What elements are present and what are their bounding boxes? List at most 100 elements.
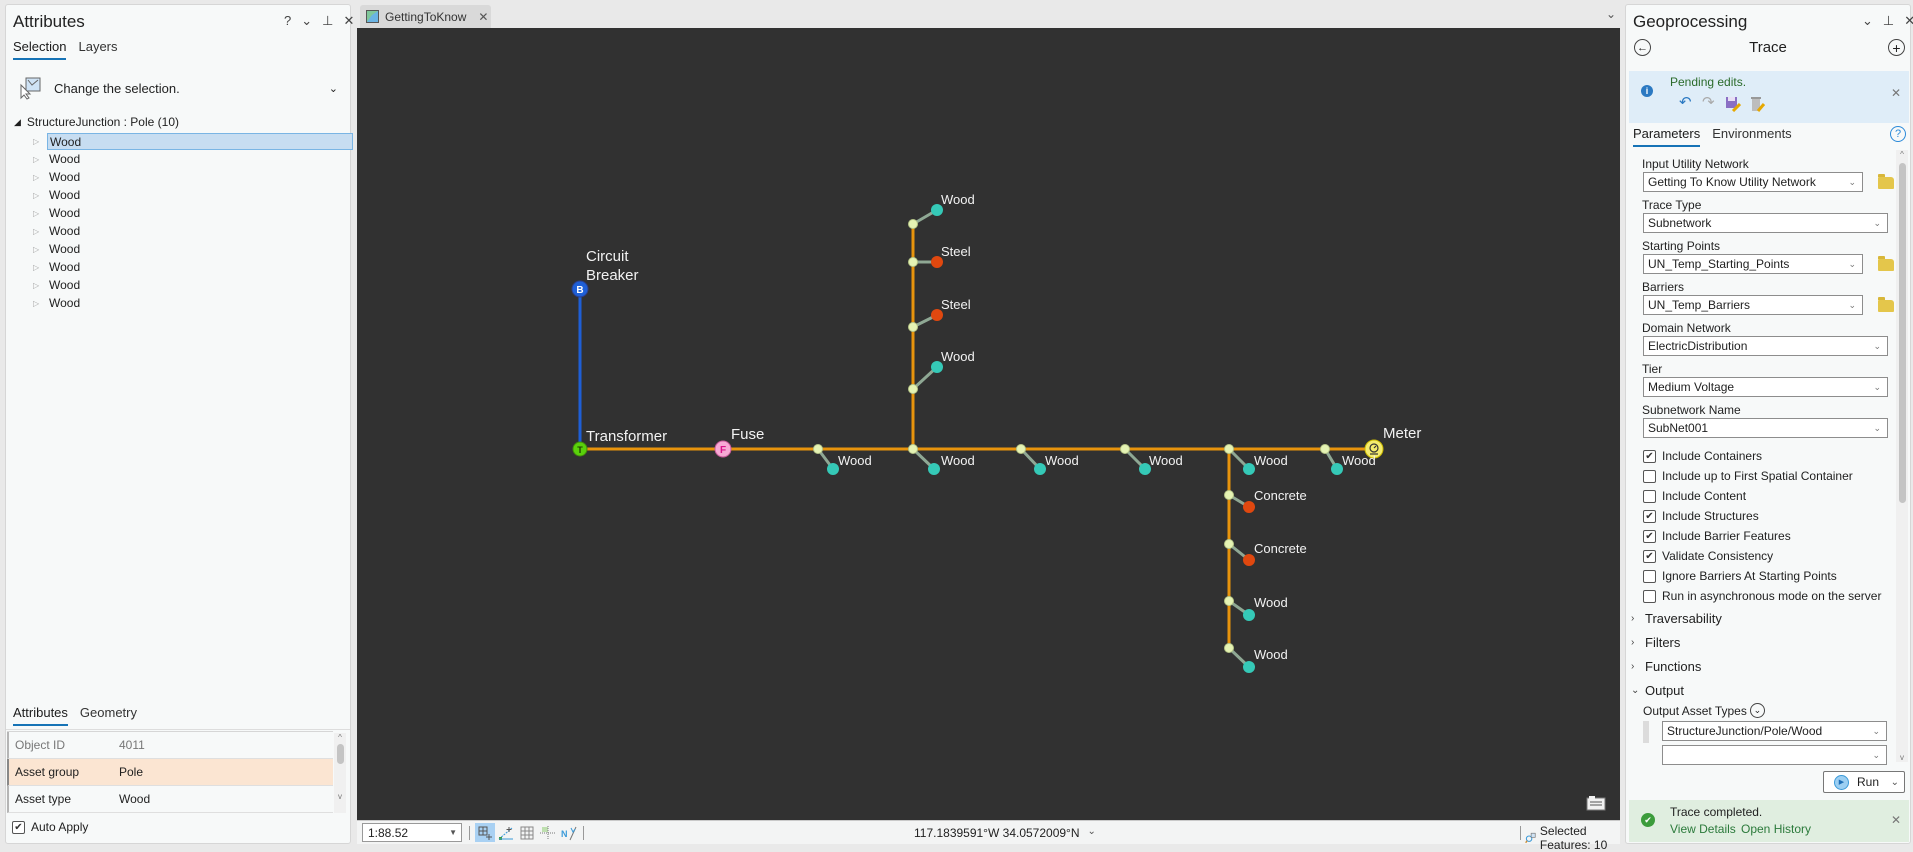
tab-selection[interactable]: Selection <box>13 39 67 60</box>
tab-map-gettingtoknow[interactable]: GettingToKnow ✕ <box>360 5 491 28</box>
attribute-scrollbar[interactable]: ^ v <box>334 733 346 813</box>
section-output[interactable]: ⌄ Output <box>1631 683 1684 698</box>
close-icon[interactable]: ✕ <box>343 13 354 29</box>
tree-item[interactable]: ▷ Wood <box>33 241 353 258</box>
junction-symbol[interactable] <box>1120 444 1130 454</box>
close-icon[interactable]: ✕ <box>1891 813 1901 827</box>
expand-triangle-icon[interactable]: ▷ <box>33 209 43 218</box>
junction-symbol[interactable] <box>1224 490 1234 500</box>
section-traversability[interactable]: › Traversability <box>1631 611 1722 626</box>
checkbox[interactable]: ✔ <box>1643 529 1656 543</box>
output-asset-type-select-1[interactable]: StructureJunction/Pole/Wood ⌄ <box>1662 721 1887 741</box>
chevron-down-icon[interactable]: ⌄ <box>329 82 338 95</box>
constraints-icon[interactable] <box>498 826 514 840</box>
save-edits-icon[interactable] <box>1725 96 1741 112</box>
checkbox[interactable]: ✔ <box>1643 449 1656 463</box>
junction-symbol[interactable] <box>1224 539 1234 549</box>
scale-select[interactable]: 1:88.52 ▼ <box>362 823 462 842</box>
tree-item[interactable]: ▷ Wood <box>33 151 353 168</box>
expand-triangle-icon[interactable]: ▷ <box>33 191 43 200</box>
correction-icon[interactable] <box>540 826 556 840</box>
checkbox[interactable]: ✔ <box>1643 549 1656 563</box>
tree-item[interactable]: ▷ Wood <box>33 169 353 186</box>
checkbox[interactable] <box>1643 489 1656 503</box>
undo-icon[interactable]: ↶ <box>1679 93 1692 111</box>
browse-folder-icon[interactable] <box>1878 174 1894 189</box>
map-canvas[interactable]: B T F Circuit Breaker Transformer Fuse M… <box>357 28 1620 820</box>
tab-environments[interactable]: Environments <box>1712 126 1791 147</box>
chevron-down-icon[interactable]: ⌄ <box>1088 826 1096 840</box>
junction-symbol[interactable] <box>1224 643 1234 653</box>
checkbox[interactable] <box>1643 569 1656 583</box>
param-checkbox[interactable]: Include up to First Spatial Container <box>1643 469 1853 483</box>
junction-symbol[interactable] <box>1320 444 1330 454</box>
field-value[interactable]: Wood <box>119 792 333 806</box>
tree-item[interactable]: ▷ Wood <box>33 133 353 150</box>
checkbox[interactable] <box>1643 589 1656 603</box>
pin-icon[interactable]: ⊥ <box>322 13 333 29</box>
junction-symbol[interactable] <box>1224 596 1234 606</box>
expand-triangle-icon[interactable]: ▷ <box>33 281 43 290</box>
chevron-down-icon[interactable]: ⌄ <box>301 13 312 29</box>
junction-symbol[interactable] <box>1224 444 1234 454</box>
section-filters[interactable]: › Filters <box>1631 635 1680 650</box>
param-checkbox[interactable]: Ignore Barriers At Starting Points <box>1643 569 1837 583</box>
grid-icon[interactable] <box>520 826 534 840</box>
snapping-button[interactable] <box>475 823 495 842</box>
junction-symbol[interactable] <box>813 444 823 454</box>
param-checkbox[interactable]: Include Content <box>1643 489 1746 503</box>
transformer[interactable]: T <box>572 441 588 457</box>
discard-edits-icon[interactable] <box>1749 96 1765 112</box>
close-icon[interactable]: ✕ <box>478 10 488 24</box>
wood-pole[interactable] <box>1224 643 1256 674</box>
section-functions[interactable]: › Functions <box>1631 659 1701 674</box>
param-select[interactable]: Subnetwork ⌄ <box>1643 213 1888 233</box>
tab-parameters[interactable]: Parameters <box>1633 126 1701 147</box>
param-select[interactable]: SubNet001 ⌄ <box>1643 418 1888 438</box>
wood-pole[interactable] <box>908 204 944 229</box>
help-icon[interactable]: ? <box>1890 126 1906 142</box>
expand-triangle-icon[interactable]: ▷ <box>33 245 43 254</box>
help-icon[interactable]: ? <box>284 13 291 29</box>
attr-row-asset-type[interactable]: Asset type Wood <box>7 786 333 813</box>
auto-apply-checkbox[interactable]: ✔ Auto Apply <box>12 820 88 834</box>
expand-triangle-icon[interactable]: ▷ <box>33 263 43 272</box>
param-select[interactable]: ElectricDistribution ⌄ <box>1643 336 1888 356</box>
pole-symbol[interactable] <box>1243 609 1255 621</box>
north-arrow-icon[interactable]: N <box>561 825 577 841</box>
junction-symbol[interactable] <box>908 444 918 454</box>
param-select[interactable]: UN_Temp_Barriers ⌄ <box>1643 295 1863 315</box>
param-select[interactable]: Getting To Know Utility Network ⌄ <box>1643 172 1863 192</box>
pole-symbol[interactable] <box>928 463 940 475</box>
close-icon[interactable]: ✕ <box>1891 86 1901 100</box>
junction-symbol[interactable] <box>1016 444 1026 454</box>
tab-geometry[interactable]: Geometry <box>80 705 137 726</box>
steel-concrete-pole[interactable] <box>908 256 944 268</box>
chevron-circle-icon[interactable]: ⌄ <box>1749 703 1765 718</box>
tab-layers[interactable]: Layers <box>78 39 117 60</box>
param-select[interactable]: Medium Voltage ⌄ <box>1643 377 1888 397</box>
tree-item[interactable]: ▷ Wood <box>33 205 353 222</box>
tree-item[interactable]: ▷ Wood <box>33 259 353 276</box>
junction-symbol[interactable] <box>908 219 918 229</box>
browse-folder-icon[interactable] <box>1878 297 1894 312</box>
coordinate-readout[interactable]: 117.1839591°W 34.0572009°N ⌄ <box>914 826 1096 840</box>
browse-folder-icon[interactable] <box>1878 256 1894 271</box>
attr-row-object-id[interactable]: Object ID 4011 <box>7 732 333 759</box>
param-select[interactable]: UN_Temp_Starting_Points ⌄ <box>1643 254 1863 274</box>
output-asset-type-select-2[interactable]: ⌄ <box>1662 745 1887 765</box>
expand-triangle-icon[interactable]: ▷ <box>33 173 43 182</box>
add-button[interactable]: + <box>1888 39 1905 56</box>
fuse[interactable]: F <box>714 440 732 458</box>
legend-toggle-icon[interactable] <box>1586 795 1606 812</box>
tree-item[interactable]: ▷ Wood <box>33 187 353 204</box>
checkbox[interactable] <box>1643 469 1656 483</box>
expand-triangle-icon[interactable]: ▷ <box>33 155 43 164</box>
pole-symbol[interactable] <box>1243 661 1255 673</box>
chevron-down-icon[interactable]: ⌄ <box>1606 7 1616 21</box>
close-icon[interactable]: ✕ <box>1904 13 1913 29</box>
view-details-link[interactable]: View Details <box>1670 822 1736 836</box>
param-checkbox[interactable]: ✔ Include Barrier Features <box>1643 529 1791 543</box>
expand-triangle-icon[interactable]: ▷ <box>33 137 43 146</box>
pin-icon[interactable]: ⊥ <box>1883 13 1894 29</box>
